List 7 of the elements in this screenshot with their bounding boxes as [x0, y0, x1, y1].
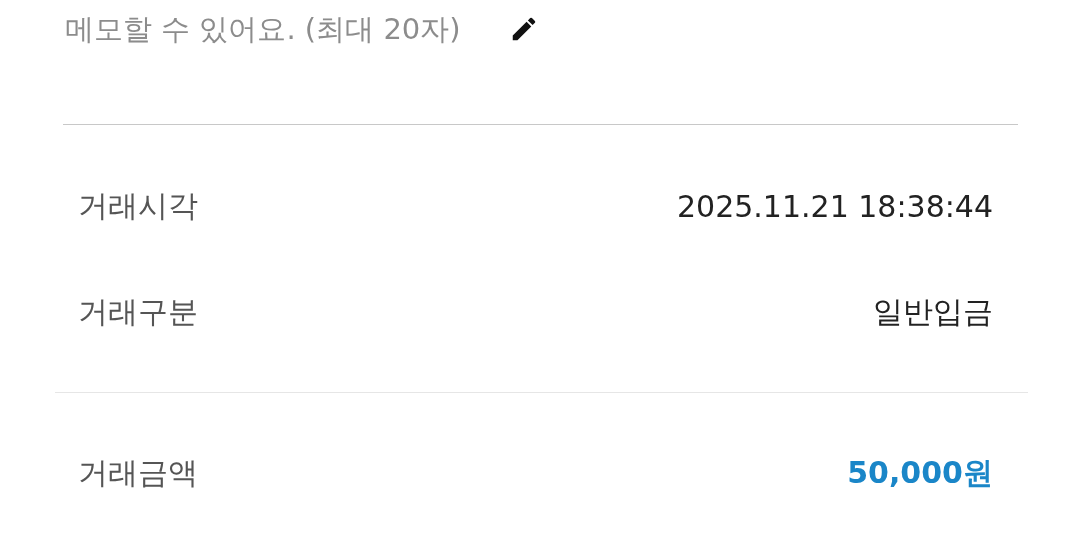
row-value: 일반입금: [873, 292, 993, 331]
row-label: 거래구분: [78, 292, 198, 331]
row-value: 2025.11.21 18:38:44: [676, 188, 993, 224]
amount-value: 50,000원: [847, 453, 993, 492]
row-label: 거래시각: [78, 186, 198, 225]
memo-field[interactable]: 메모할 수 있어요. (최대 20자): [65, 12, 495, 46]
row-label: 거래금액: [78, 453, 198, 492]
